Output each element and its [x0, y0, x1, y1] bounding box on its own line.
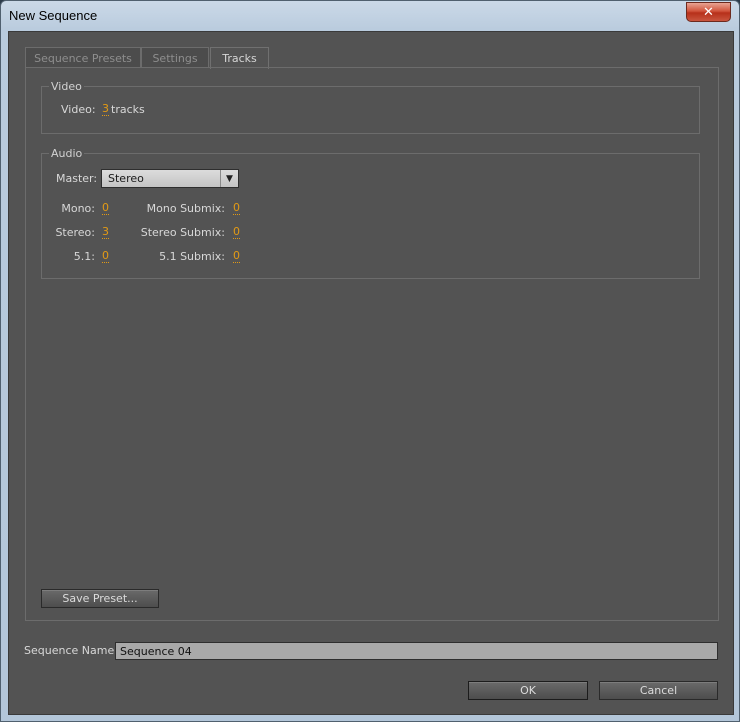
audio-group-title: Audio	[49, 147, 85, 160]
stereo-submix-value[interactable]: 0	[233, 226, 240, 239]
video-tracks-suffix: tracks	[111, 103, 145, 116]
dialog-window: New Sequence ✕ Sequence Presets Settings…	[0, 0, 740, 722]
ok-label: OK	[520, 684, 536, 697]
video-tracks-label: Video:	[61, 103, 96, 116]
five-one-label: 5.1:	[73, 250, 95, 263]
five-one-tracks-value[interactable]: 0	[102, 250, 109, 263]
audio-group: Audio Master: Stereo ▼ Mono: 0 Stereo: 3…	[41, 147, 700, 279]
close-icon: ✕	[703, 4, 714, 20]
video-group-title: Video	[49, 80, 84, 93]
cancel-button[interactable]: Cancel	[599, 681, 718, 700]
five-one-submix-label: 5.1 Submix:	[159, 250, 225, 263]
mono-tracks-value[interactable]: 0	[102, 202, 109, 215]
cancel-label: Cancel	[639, 684, 678, 697]
mono-label: Mono:	[61, 202, 95, 215]
window-title: New Sequence	[9, 8, 98, 23]
ok-button[interactable]: OK	[468, 681, 588, 700]
master-dropdown[interactable]: Stereo ▼	[101, 169, 239, 188]
tab-tracks[interactable]: Tracks	[210, 47, 269, 69]
master-label: Master:	[56, 172, 98, 185]
sequence-name-input[interactable]	[115, 642, 718, 660]
mono-submix-label: Mono Submix:	[146, 202, 225, 215]
tab-label: Tracks	[222, 52, 257, 65]
tab-label: Sequence Presets	[34, 51, 132, 65]
stereo-label: Stereo:	[55, 226, 95, 239]
stereo-submix-label: Stereo Submix:	[140, 226, 225, 239]
tracks-panel: Video Video: 3 tracks Audio Master: Ster…	[25, 67, 719, 621]
tab-sequence-presets[interactable]: Sequence Presets	[25, 47, 141, 68]
master-value: Stereo	[108, 172, 144, 185]
close-button[interactable]: ✕	[686, 2, 731, 22]
dialog-body: Sequence Presets Settings Tracks Video V…	[8, 31, 734, 715]
tab-label: Settings	[152, 51, 198, 65]
save-preset-label: Save Preset...	[62, 592, 138, 605]
video-tracks-count[interactable]: 3	[102, 103, 109, 116]
mono-submix-value[interactable]: 0	[233, 202, 240, 215]
five-one-submix-value[interactable]: 0	[233, 250, 240, 263]
chevron-down-icon[interactable]: ▼	[220, 170, 238, 187]
stereo-tracks-value[interactable]: 3	[102, 226, 109, 239]
video-group: Video Video: 3 tracks	[41, 80, 700, 134]
save-preset-button[interactable]: Save Preset...	[41, 589, 159, 608]
tab-settings[interactable]: Settings	[141, 47, 209, 68]
title-bar[interactable]: New Sequence ✕	[1, 1, 739, 31]
sequence-name-label: Sequence Name:	[24, 644, 118, 657]
